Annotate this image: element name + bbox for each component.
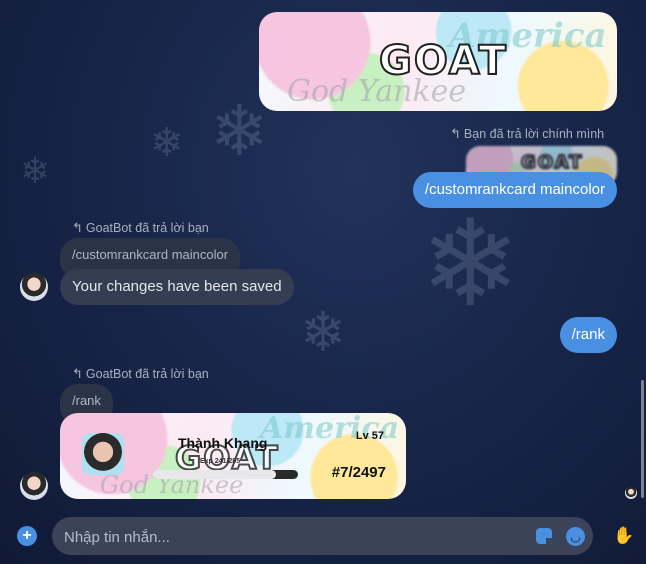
bot-reply-note: ↰ GoatBot đã trả lời bạn — [72, 220, 209, 236]
snowflake-decoration: ❄ — [420, 197, 521, 331]
rank-card-avatar — [82, 433, 124, 475]
message-input[interactable] — [62, 517, 526, 557]
banner-watermark-bottom: God Yankee — [287, 74, 467, 109]
bot-reply-note: ↰ GoatBot đã trả lời bạn — [72, 366, 209, 382]
rank-card-exp: Exp 241/285 — [200, 458, 241, 465]
rank-card-level: Lv 57 — [355, 430, 384, 442]
bot-avatar[interactable] — [20, 273, 48, 301]
self-reply-note: ↰ Bạn đã trả lời chính mình — [450, 126, 604, 142]
emoji-icon[interactable]: ◡ — [566, 527, 585, 546]
snowflake-decoration: ❄ — [150, 121, 184, 165]
rank-card-rank: #7/2497 — [331, 464, 386, 481]
rank-card-exp-fill — [152, 470, 276, 479]
like-sticker-icon[interactable]: ✋ — [613, 526, 634, 546]
snowflake-decoration: ❄ — [20, 150, 51, 191]
scrollbar-thumb[interactable] — [641, 380, 644, 498]
reply-arrow-icon: ↰ — [72, 366, 83, 381]
plus-circle-icon[interactable]: + — [17, 526, 37, 546]
rank-card-name: Thành Khang — [178, 435, 268, 451]
quoted-banner-logo: GOAT — [520, 151, 584, 174]
rank-card-exp-track — [152, 470, 298, 479]
self-reply-note-text: Bạn đã trả lời chính mình — [463, 127, 605, 141]
received-message-saved[interactable]: Your changes have been saved — [60, 269, 294, 305]
snowflake-decoration: ❄ — [300, 301, 347, 363]
message-composer[interactable]: ◡ — [52, 517, 593, 557]
bot-reply-note-text: GoatBot đã trả lời bạn — [85, 221, 209, 235]
sent-banner-image[interactable]: America GOAT God Yankee — [259, 12, 617, 111]
sticker-icon[interactable] — [536, 528, 552, 544]
sent-message-rank[interactable]: /rank — [559, 317, 617, 353]
rank-card-image[interactable]: America GOAT God Yankee Thành Khang Exp … — [60, 413, 406, 499]
reply-arrow-icon: ↰ — [72, 220, 83, 235]
snowflake-decoration: ❄ — [210, 92, 269, 170]
bot-avatar[interactable] — [20, 472, 48, 500]
reply-arrow-icon: ↰ — [450, 126, 461, 141]
sent-message-customrankcard[interactable]: /customrankcard maincolor — [412, 172, 617, 208]
bot-reply-note-text: GoatBot đã trả lời bạn — [85, 367, 209, 381]
seen-receipt-avatar — [625, 487, 637, 499]
